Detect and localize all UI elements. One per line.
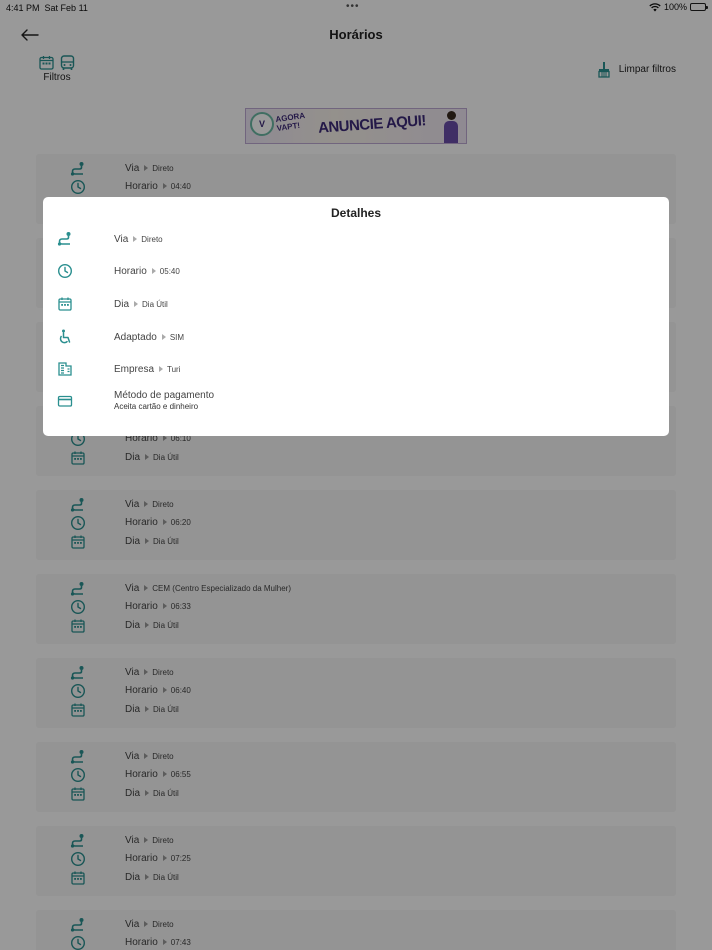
detail-value: 05:40 [159,267,180,276]
detail-label: Empresa Turi [114,364,181,375]
triangle-right-icon [159,365,164,372]
payment-label: Método de pagamento [114,390,215,401]
detail-row-adaptado: Adaptado SIM [43,328,669,348]
clock-icon [57,263,74,280]
modal-backdrop[interactable] [0,0,712,950]
detail-value: Direto [141,235,163,244]
triangle-right-icon [133,235,138,242]
details-modal: Detalhes Via Direto Horario 05:40 Dia Dia Úti… [43,197,669,436]
detail-label: Horario 05:40 [114,266,180,277]
modal-title: Detalhes [330,206,382,220]
triangle-right-icon [151,267,156,274]
detail-key: Dia [114,299,130,310]
triangle-right-icon [134,300,139,307]
detail-value: SIM [169,333,185,342]
credit-card-icon [57,393,74,410]
detail-row-via: Via Direto [43,230,669,250]
detail-label: Dia Dia Útil [114,299,168,310]
detail-row-empresa: Empresa Turi [43,360,669,380]
route-icon [57,231,74,248]
detail-label: Adaptado SIM [114,332,184,343]
detail-value: Turi [167,365,181,374]
calendar-icon [57,296,74,313]
wheelchair-icon [57,329,74,346]
payment-value: Aceita cartão e dinheiro [114,402,199,411]
detail-key: Adaptado [114,332,157,343]
building-icon [57,361,74,378]
detail-key: Via [114,234,129,245]
triangle-right-icon [161,333,166,340]
detail-value: Dia Útil [142,300,168,309]
detail-row-dia: Dia Dia Útil [43,295,669,315]
detail-key: Horario [114,266,147,277]
detail-key: Empresa [114,364,155,375]
detail-row-payment: Método de pagamento Aceita cartão e dinhe… [43,390,669,421]
detail-row-horario: Horario 05:40 [43,262,669,282]
detail-label: Via Direto [114,234,163,245]
